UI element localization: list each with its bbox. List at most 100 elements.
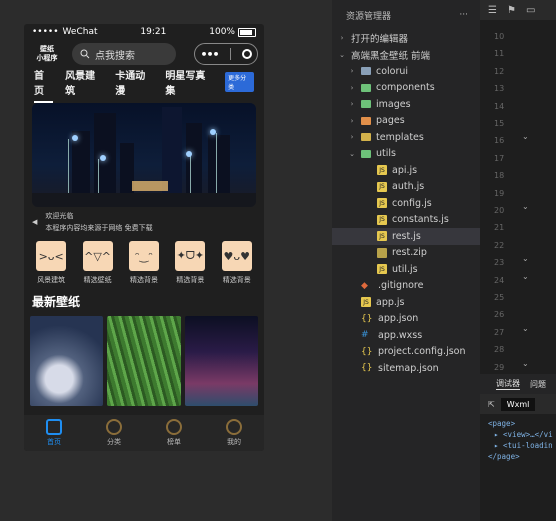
wxml-node[interactable]: ▸ <view>…</vi	[488, 429, 553, 440]
file-item[interactable]: JS app.js	[332, 294, 480, 311]
wxml-node[interactable]: <page>	[488, 418, 548, 429]
file-label: app.js	[376, 296, 405, 308]
mini-program-capsule[interactable]: •••	[194, 43, 258, 65]
search-input[interactable]: 点我搜索	[72, 43, 176, 65]
wallpaper-thumb[interactable]	[184, 316, 258, 406]
split-icon[interactable]: ▭	[526, 5, 535, 16]
file-item[interactable]: # app.wxss	[332, 327, 480, 344]
tab-cartoon[interactable]: 卡通动漫	[115, 67, 153, 97]
file-item[interactable]: {} sitemap.json	[332, 360, 480, 377]
fold-chevron-icon[interactable]: ⌄	[522, 359, 529, 368]
wallpaper-grid	[24, 316, 264, 406]
category-item[interactable]: ♥ᴗ♥ 精选背景	[215, 241, 259, 285]
folder-item[interactable]: › colorui	[332, 63, 480, 80]
folder-item[interactable]: ⌄ utils	[332, 146, 480, 163]
folder-item[interactable]: › pages	[332, 113, 480, 130]
file-label: app.json	[378, 313, 419, 325]
file-item[interactable]: JS constants.js	[332, 212, 480, 229]
tab-debugger[interactable]: 调试器	[496, 378, 520, 390]
file-item[interactable]: {} app.json	[332, 311, 480, 328]
tab-star[interactable]: 明星写真集	[165, 67, 213, 97]
folder-item[interactable]: › images	[332, 96, 480, 113]
category-grid: >ᴗ< 风景建筑 ^▽^ 精选壁纸 ᵔ‿ᵔ 精选背景 ✦ᗜ✦ 精选背景 ♥ᴗ♥ 精选背景	[24, 235, 264, 285]
line-number: 23	[494, 258, 505, 268]
tabbar-home[interactable]: 首页	[46, 419, 62, 447]
category-item[interactable]: ^▽^ 精选壁纸	[76, 241, 120, 285]
project-root[interactable]: ⌄ 高端黑金壁纸 前端	[332, 47, 480, 64]
more-dots-icon[interactable]: •••	[200, 48, 219, 61]
list-icon[interactable]: ☰	[488, 5, 497, 16]
line-number: 24	[494, 275, 505, 285]
line-number: 21	[494, 223, 505, 233]
file-item[interactable]: {} project.config.json	[332, 344, 480, 361]
fold-chevron-icon[interactable]: ⌄	[522, 272, 529, 281]
line-number: 18	[494, 171, 505, 181]
open-editors-section[interactable]: › 打开的编辑器	[332, 30, 480, 47]
category-item[interactable]: ✦ᗜ✦ 精选背景	[168, 241, 212, 285]
tab-landscape[interactable]: 风景建筑	[65, 67, 103, 97]
line-number: 16	[494, 136, 505, 146]
json-file-icon: {}	[361, 363, 373, 374]
bookmark-icon[interactable]: ⚑	[507, 5, 516, 16]
file-label: pages	[376, 115, 405, 127]
line-number: 15	[494, 119, 505, 128]
folder-icon	[361, 67, 371, 76]
folder-item[interactable]: › templates	[332, 129, 480, 146]
notice-line-2: 本程序内容均来源于网络 免费下载	[45, 224, 153, 232]
file-item[interactable]: JS util.js	[332, 261, 480, 278]
battery-label: 100%	[209, 27, 235, 37]
file-item[interactable]: ◆ .gitignore	[332, 278, 480, 295]
tab-home[interactable]: 首页	[34, 67, 54, 103]
folder-item[interactable]: › components	[332, 80, 480, 97]
time-label: 19:21	[140, 27, 167, 37]
app-logo: 壁纸 小程序	[36, 45, 58, 62]
tabbar-mine[interactable]: 我的	[226, 419, 242, 447]
chevron-right-icon: ›	[350, 133, 354, 142]
fold-chevron-icon[interactable]: ⌄	[522, 132, 529, 141]
line-number: 12	[494, 66, 505, 76]
wallpaper-thumb[interactable]	[30, 316, 104, 406]
file-label: rest.js	[392, 230, 421, 242]
tabbar-ranking[interactable]: 榜单	[166, 419, 182, 447]
js-file-icon: JS	[377, 214, 387, 225]
user-icon	[226, 419, 242, 435]
category-item[interactable]: ᵔ‿ᵔ 精选背景	[122, 241, 166, 285]
js-file-icon: JS	[361, 297, 371, 308]
more-categories-tag[interactable]: 更多分类	[225, 72, 254, 92]
fold-chevron-icon[interactable]: ⌄	[522, 202, 529, 211]
inspect-icon[interactable]: ⇱	[488, 400, 495, 409]
js-file-icon: JS	[377, 264, 387, 275]
file-item[interactable]: JS config.js	[332, 195, 480, 212]
wxml-node[interactable]: ▸ <tui-loadin	[488, 440, 553, 451]
more-icon[interactable]: ···	[459, 10, 468, 20]
top-nav: 壁纸 小程序 点我搜索 •••	[24, 40, 264, 68]
wallpaper-thumb[interactable]	[107, 316, 181, 406]
line-number: 13	[494, 84, 505, 94]
file-label: rest.zip	[392, 247, 427, 259]
file-item[interactable]: JS api.js	[332, 162, 480, 179]
file-label: auth.js	[392, 181, 425, 193]
file-label: util.js	[392, 263, 418, 275]
close-target-icon[interactable]	[241, 49, 252, 59]
wxml-tab[interactable]: Wxml	[500, 397, 536, 411]
file-label: .gitignore	[378, 280, 424, 292]
wxml-node[interactable]: </page>	[488, 451, 548, 462]
tab-problems[interactable]: 问题	[530, 379, 546, 390]
category-item[interactable]: >ᴗ< 风景建筑	[29, 241, 73, 285]
tabbar-category[interactable]: 分类	[106, 419, 122, 447]
fold-chevron-icon[interactable]: ⌄	[522, 254, 529, 263]
simulator-panel: ••••• WeChat 19:21 100% 壁纸 小程序 点我搜索 ••• 首页…	[0, 0, 332, 521]
file-item[interactable]: JS auth.js	[332, 179, 480, 196]
debugger-panel: 调试器 问题 ⇱ Wxml <page> ▸ <view>…</vi ▸ <tu…	[480, 374, 556, 521]
folder-icon	[361, 83, 371, 92]
file-item[interactable]: rest.zip	[332, 245, 480, 262]
folder-icon	[361, 133, 371, 142]
file-label: sitemap.json	[378, 362, 439, 374]
line-number: 17	[494, 153, 505, 163]
js-file-icon: JS	[377, 181, 387, 192]
line-number: 10	[494, 32, 505, 41]
banner-image[interactable]	[32, 103, 256, 207]
line-number: 14	[494, 101, 505, 111]
fold-chevron-icon[interactable]: ⌄	[522, 324, 529, 333]
file-item[interactable]: JS rest.js	[332, 228, 480, 245]
